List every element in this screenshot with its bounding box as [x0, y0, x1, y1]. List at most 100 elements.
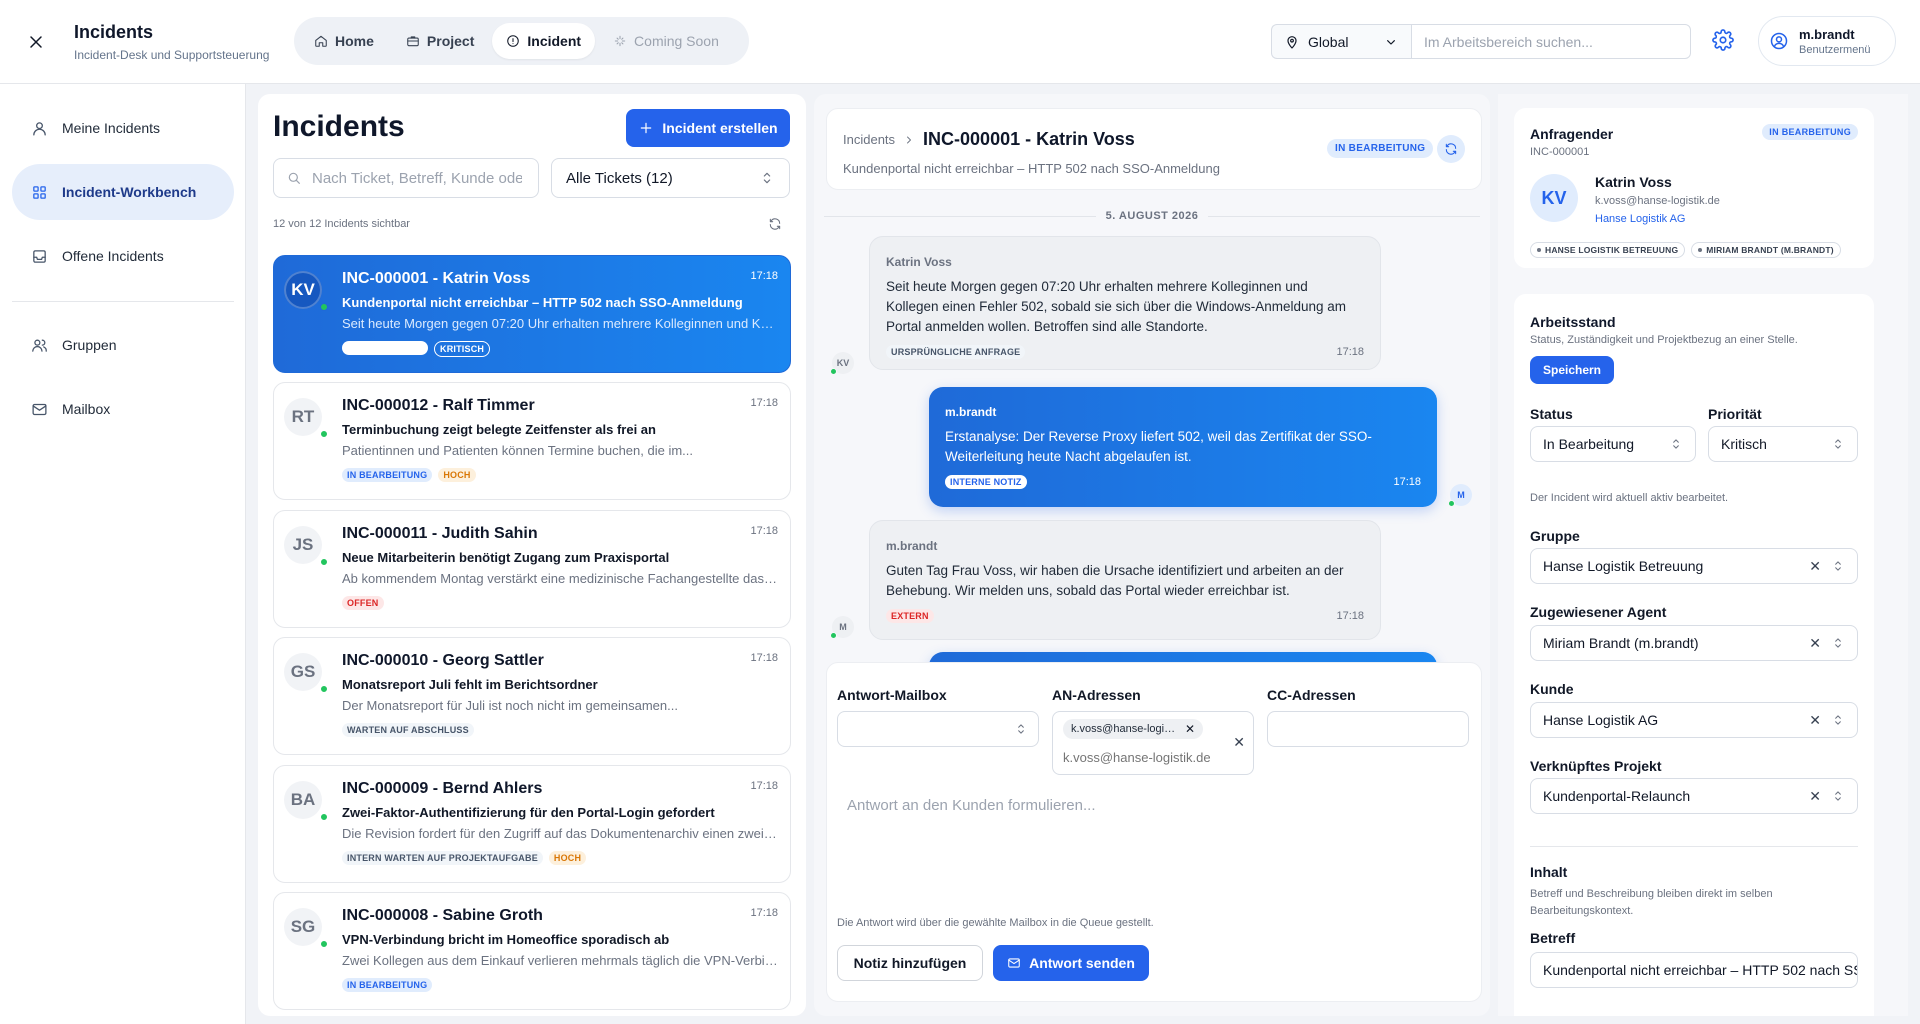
online-indicator: [320, 430, 328, 438]
clear-icon[interactable]: ✕: [1233, 734, 1245, 751]
tab-coming-soon[interactable]: Coming Soon: [599, 23, 733, 59]
requester-org-link[interactable]: Hanse Logistik AG: [1595, 213, 1686, 225]
avatar: KV: [284, 271, 322, 309]
inbox-icon: [30, 247, 48, 265]
list-search-input[interactable]: [312, 169, 522, 187]
sidebar-item-meine-incidents[interactable]: Meine Incidents: [12, 100, 234, 156]
save-button[interactable]: Speichern: [1530, 356, 1614, 384]
create-incident-button[interactable]: Incident erstellen: [626, 109, 790, 147]
avatar: M: [1448, 484, 1472, 507]
agent-select[interactable]: Miriam Brandt (m.brandt) ✕: [1530, 625, 1858, 661]
message-tag: URSPRÜNGLICHE ANFRAGE: [886, 345, 1026, 359]
online-indicator: [320, 685, 328, 693]
incident-time: 17:18: [750, 397, 778, 409]
clear-icon[interactable]: ✕: [1809, 635, 1821, 652]
priority-badge: HOCH: [548, 851, 587, 865]
sidebar-item-incident-workbench[interactable]: Incident-Workbench: [12, 164, 234, 220]
to-address-input[interactable]: [1063, 750, 1233, 765]
agent-chip: MIRIAM BRANDT (M.BRANDT): [1691, 242, 1841, 258]
sidebar-item-gruppen[interactable]: Gruppen: [12, 317, 234, 373]
message-time: 17:18: [1336, 346, 1364, 358]
incident-description: Patientinnen und Patienten können Termin…: [342, 443, 693, 458]
group-label: Gruppe: [1530, 528, 1580, 544]
avatar: BA: [284, 781, 322, 819]
gear-icon[interactable]: [1712, 29, 1734, 51]
close-icon[interactable]: [22, 28, 50, 56]
sidebar-item-offene-incidents[interactable]: Offene Incidents: [12, 228, 234, 284]
clear-icon[interactable]: ✕: [1809, 558, 1821, 575]
clear-icon[interactable]: ✕: [1809, 712, 1821, 729]
ticket-header: Incidents INC-000001 - Katrin Voss Kunde…: [826, 108, 1482, 190]
priority-badge: KRITISCH: [434, 341, 491, 357]
cc-addresses-field[interactable]: [1267, 711, 1469, 747]
refresh-icon[interactable]: [768, 217, 782, 231]
to-addresses-field[interactable]: k.voss@hanse-logistik.de ✕ ✕: [1052, 711, 1254, 775]
sidebar: Meine Incidents Incident-Workbench Offen…: [0, 84, 246, 1024]
tab-home[interactable]: Home: [300, 23, 388, 59]
create-incident-label: Incident erstellen: [662, 120, 778, 136]
group-chip: HANSE LOGISTIK BETREUUNG: [1530, 242, 1686, 258]
tab-home-label: Home: [335, 33, 374, 49]
refresh-icon[interactable]: [1437, 135, 1465, 163]
user-icon: [30, 119, 48, 137]
mailbox-select[interactable]: [837, 711, 1039, 747]
project-select[interactable]: Kundenportal-Relaunch ✕: [1530, 778, 1858, 814]
message-text: Guten Tag Frau Voss, wir haben die Ursac…: [886, 563, 1344, 598]
user-circle-icon: [1769, 31, 1789, 51]
message-text: Erstanalyse: Der Reverse Proxy liefert 5…: [945, 429, 1372, 464]
message-author: m.brandt: [945, 405, 997, 419]
remove-chip-icon[interactable]: ✕: [1185, 722, 1195, 736]
group-select[interactable]: Hanse Logistik Betreuung ✕: [1530, 548, 1858, 584]
list-item[interactable]: JS INC-000011 - Judith Sahin 17:18 Neue …: [273, 510, 791, 628]
priority-value: Kritisch: [1721, 436, 1767, 452]
list-item[interactable]: SG INC-000008 - Sabine Groth 17:18 VPN-V…: [273, 892, 791, 1010]
customer-value: Hanse Logistik AG: [1543, 712, 1659, 728]
incident-title: INC-000009 - Bernd Ahlers: [342, 780, 543, 797]
chevron-updown-icon: [1835, 638, 1841, 648]
incident-time: 17:18: [750, 270, 778, 282]
sidebar-item-label: Meine Incidents: [62, 120, 161, 136]
user-menu[interactable]: m.brandt Benutzermenü: [1758, 16, 1896, 66]
breadcrumb-incidents[interactable]: Incidents: [843, 132, 895, 147]
sidebar-item-mailbox[interactable]: Mailbox: [12, 381, 234, 437]
scope-select[interactable]: Global: [1271, 24, 1411, 59]
list-item[interactable]: RT INC-000012 - Ralf Timmer 17:18 Termin…: [273, 382, 791, 500]
status-badge: INTERN WARTEN AUF PROJEKTAUFGABE: [342, 851, 543, 865]
incident-subject: Kundenportal nicht erreichbar – HTTP 502…: [342, 295, 743, 310]
online-indicator: [320, 813, 328, 821]
briefcase-icon: [407, 36, 419, 47]
to-label: AN-Adressen: [1052, 687, 1141, 703]
clear-icon[interactable]: ✕: [1809, 788, 1821, 805]
incident-description: Der Monatsreport für Juli ist noch nicht…: [342, 698, 678, 713]
avatar: GS: [284, 653, 322, 691]
date-separator: 5. AUGUST 2026: [814, 210, 1490, 222]
tab-project[interactable]: Project: [392, 23, 488, 59]
tab-project-label: Project: [426, 33, 475, 49]
add-note-button[interactable]: Notiz hinzufügen: [837, 945, 983, 981]
list-item[interactable]: KV INC-000001 - Katrin Voss 17:18 Kunden…: [273, 255, 791, 373]
tab-incident[interactable]: Incident: [492, 23, 596, 59]
customer-select[interactable]: Hanse Logistik AG ✕: [1530, 702, 1858, 738]
incident-subject: Monatsreport Juli fehlt im Berichtsordne…: [342, 677, 598, 692]
user-name: m.brandt: [1799, 26, 1855, 42]
project-value: Kundenportal-Relaunch: [1543, 788, 1691, 804]
priority-select[interactable]: Kritisch: [1708, 426, 1858, 462]
incident-title: INC-000001 - Katrin Voss: [342, 270, 531, 287]
work-status-card: Arbeitsstand Status, Zuständigkeit und P…: [1514, 294, 1874, 1016]
send-reply-button[interactable]: Antwort senden: [993, 945, 1149, 981]
global-search-input[interactable]: [1411, 24, 1691, 59]
message-bubble: Katrin Voss Seit heute Morgen gegen 07:2…: [869, 236, 1381, 370]
project-label: Verknüpftes Projekt: [1530, 758, 1662, 774]
list-item[interactable]: BA INC-000009 - Bernd Ahlers 17:18 Zwei-…: [273, 765, 791, 883]
status-select[interactable]: In Bearbeitung: [1530, 426, 1696, 462]
status-value: In Bearbeitung: [1543, 436, 1635, 452]
incident-title: INC-000010 - Georg Sattler: [342, 652, 544, 669]
reply-textarea[interactable]: [837, 787, 1473, 897]
list-item[interactable]: GS INC-000010 - Georg Sattler 17:18 Mona…: [273, 637, 791, 755]
cc-label: CC-Adressen: [1267, 687, 1356, 703]
mailbox-label: Antwort-Mailbox: [837, 687, 947, 703]
chevron-updown-icon: [763, 172, 771, 184]
subject-field[interactable]: Kundenportal nicht erreichbar – HTTP 502…: [1530, 952, 1858, 988]
ticket-filter-select[interactable]: Alle Tickets (12): [551, 158, 790, 198]
message-author: m.brandt: [886, 539, 938, 553]
